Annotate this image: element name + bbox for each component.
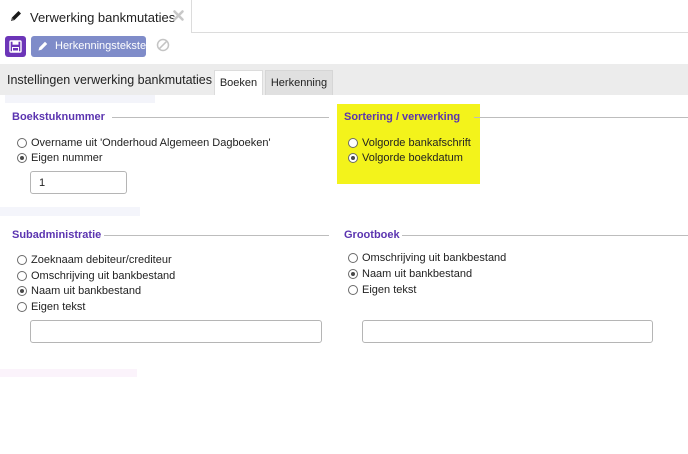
tab-bar: Verwerking bankmutaties — [0, 0, 688, 33]
radio-button[interactable] — [348, 153, 358, 163]
tab-herkenning[interactable]: Herkenning — [265, 70, 333, 95]
radio-volgorde-bankafschrift[interactable]: Volgorde bankafschrift — [348, 137, 471, 149]
radio-label: Eigen tekst — [362, 284, 417, 296]
boekstuknummer-input[interactable]: 1 — [30, 171, 127, 194]
tab-boeken-label: Boeken — [219, 77, 258, 89]
radio-button[interactable] — [348, 253, 358, 263]
radio-naam[interactable]: Naam uit bankbestand — [17, 285, 141, 297]
save-button[interactable] — [5, 36, 26, 57]
divider — [112, 117, 329, 118]
ghost-artifact — [0, 369, 137, 377]
radio-grootboek-naam[interactable]: Naam uit bankbestand — [348, 268, 472, 280]
radio-button[interactable] — [17, 138, 27, 148]
input-value: 1 — [39, 176, 46, 189]
radio-button[interactable] — [348, 269, 358, 279]
divider — [402, 235, 688, 236]
herkenningsteksten-label: Herkenningsteksten — [55, 40, 153, 52]
settings-header: Instellingen verwerking bankmutaties Boe… — [0, 64, 688, 95]
window-tab[interactable]: Verwerking bankmutaties — [0, 0, 192, 33]
radio-label: Naam uit bankbestand — [31, 285, 142, 297]
toolbar: Herkenningsteksten — [0, 33, 688, 63]
ban-icon[interactable] — [156, 38, 170, 52]
radio-button[interactable] — [348, 285, 358, 295]
divider — [474, 117, 688, 118]
save-icon — [9, 40, 22, 53]
radio-zoeknaam[interactable]: Zoeknaam debiteur/crediteur — [17, 254, 172, 266]
radio-volgorde-boekdatum[interactable]: Volgorde boekdatum — [348, 152, 463, 164]
radio-grootboek-omschrijving[interactable]: Omschrijving uit bankbestand — [348, 252, 506, 264]
close-icon[interactable] — [172, 9, 185, 22]
radio-label: Eigen tekst — [31, 301, 86, 313]
tab-boeken[interactable]: Boeken — [214, 70, 263, 95]
radio-label: Naam uit bankbestand — [362, 268, 473, 280]
radio-button[interactable] — [17, 286, 27, 296]
radio-button[interactable] — [17, 255, 27, 265]
boeken-panel: Boekstuknummer Overname uit 'Onderhoud A… — [0, 95, 688, 454]
radio-label: Eigen nummer — [31, 152, 103, 164]
radio-label: Zoeknaam debiteur/crediteur — [31, 254, 172, 266]
tab-herkenning-label: Herkenning — [270, 77, 328, 89]
radio-label: Omschrijving uit bankbestand — [362, 252, 507, 264]
grootboek-label: Grootboek — [344, 229, 400, 241]
subadministratie-eigen-tekst-input[interactable] — [30, 320, 322, 343]
ghost-artifact — [5, 95, 155, 103]
grootboek-eigen-tekst-input[interactable] — [362, 320, 653, 343]
herkenningsteksten-button[interactable]: Herkenningsteksten — [31, 36, 152, 57]
ghost-artifact — [0, 207, 140, 216]
divider — [104, 235, 329, 236]
radio-label: Omschrijving uit bankbestand — [31, 270, 176, 282]
radio-omschrijving[interactable]: Omschrijving uit bankbestand — [17, 270, 175, 282]
pencil-icon — [38, 41, 48, 51]
radio-grootboek-eigen-tekst[interactable]: Eigen tekst — [348, 284, 416, 296]
window-tab-title: Verwerking bankmutaties — [30, 10, 176, 25]
sortering-label: Sortering / verwerking — [344, 111, 461, 123]
radio-button[interactable] — [17, 153, 27, 163]
radio-eigen-nummer[interactable]: Eigen nummer — [17, 152, 103, 164]
radio-eigen-tekst[interactable]: Eigen tekst — [17, 301, 85, 313]
radio-button[interactable] — [17, 271, 27, 281]
radio-label: Overname uit 'Onderhoud Algemeen Dagboek… — [31, 137, 271, 149]
radio-label: Volgorde bankafschrift — [362, 137, 471, 149]
radio-label: Volgorde boekdatum — [362, 152, 463, 164]
radio-overname[interactable]: Overname uit 'Onderhoud Algemeen Dagboek… — [17, 137, 271, 149]
boekstuknummer-label: Boekstuknummer — [12, 111, 105, 123]
radio-button[interactable] — [17, 302, 27, 312]
radio-button[interactable] — [348, 138, 358, 148]
pencil-icon — [11, 11, 21, 21]
page-title: Instellingen verwerking bankmutaties — [7, 73, 212, 87]
subadministratie-label: Subadministratie — [12, 229, 102, 241]
